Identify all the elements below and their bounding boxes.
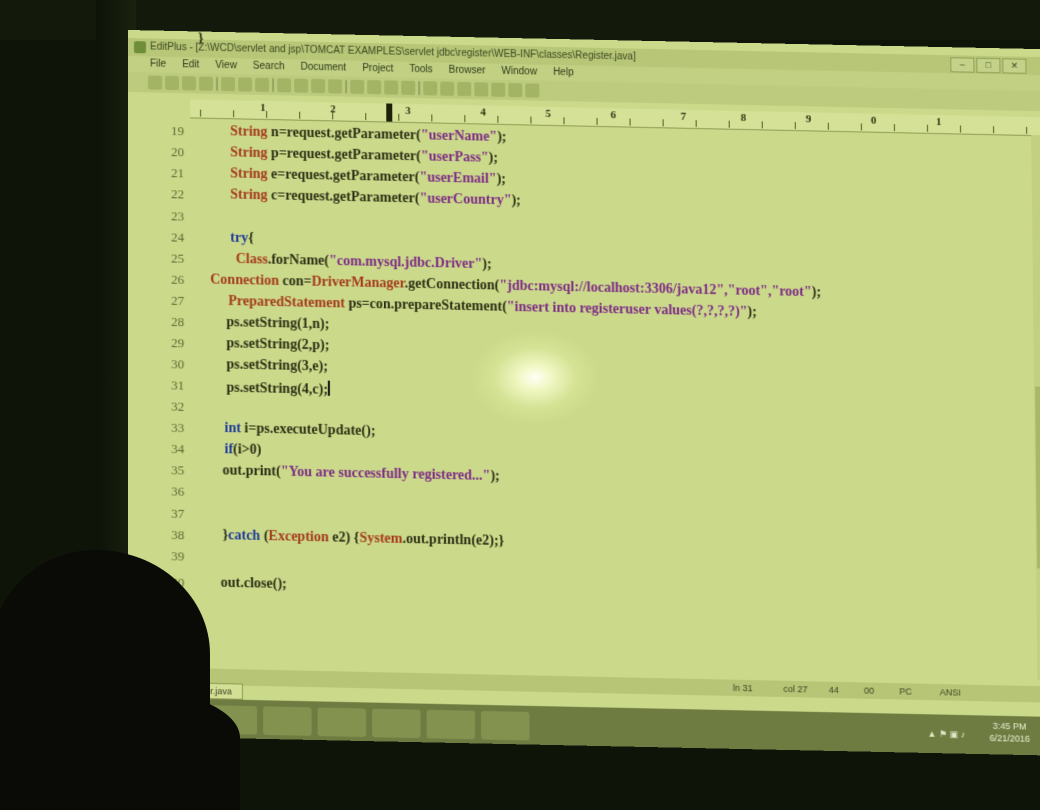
status-line-ending: PC (899, 686, 912, 697)
taskbar-editor-icon[interactable] (372, 708, 421, 739)
code-line: out.close(); (221, 576, 287, 594)
code-token: ); (497, 129, 507, 146)
code-token: if (224, 442, 234, 458)
status-bar: ln 31 col 27 44 00 PC ANSI (128, 666, 1040, 703)
code-line: String c=request.getParameter("userCount… (230, 187, 521, 209)
status-column: col 27 (783, 683, 808, 695)
code-line: } (198, 31, 204, 47)
code-token: n=request.getParameter( (267, 125, 421, 144)
code-token: .getConnection( (404, 276, 500, 294)
code-line: int i=ps.executeUpdate(); (224, 421, 375, 440)
taskbar-chrome-icon[interactable] (426, 709, 476, 740)
status-encoding: ANSI (939, 687, 961, 698)
code-token: try (230, 230, 249, 247)
code-token: String (230, 124, 268, 141)
code-token: c=request.getParameter( (267, 188, 420, 207)
viewer-shoulder (0, 690, 240, 810)
code-token: ); (747, 304, 757, 321)
code-token: .out.println(e2);} (402, 531, 505, 550)
code-token: String (230, 187, 268, 204)
code-token: } (198, 31, 204, 47)
code-token: int (224, 420, 241, 437)
code-token: ); (482, 257, 492, 273)
code-token: "userCountry" (419, 191, 512, 209)
code-token: out.print( (222, 463, 281, 480)
code-token: (i>0) (233, 442, 262, 458)
system-tray-icons[interactable]: ▲ ⚑ ▣ ♪ (927, 729, 965, 741)
clock-date: 6/21/2016 (989, 732, 1030, 744)
code-token: Connection (210, 272, 279, 289)
code-token: i=ps.executeUpdate(); (240, 421, 376, 440)
code-line: ps.setString(3,e); (226, 357, 328, 375)
code-token: ps=con.prepareStatement( (344, 296, 507, 315)
code-token: e2) { (328, 530, 360, 547)
code-token: System (359, 530, 403, 547)
code-token: String (230, 145, 268, 162)
windows-taskbar: ▲ ⚑ ▣ ♪ 3:45 PM 6/21/2016 (128, 697, 1040, 756)
code-token: "insert into registeruser values(?,?,?,?… (506, 299, 748, 320)
code-token: Class (232, 251, 268, 268)
status-value-2: 00 (863, 685, 875, 696)
code-token: "userEmail" (419, 170, 497, 187)
code-line: String n=request.getParameter("userName"… (230, 124, 506, 146)
code-token: con= (278, 273, 312, 290)
code-token: ); (490, 468, 500, 485)
clock-time: 3:45 PM (992, 720, 1027, 732)
code-line: ps.setString(1,n); (226, 315, 329, 333)
code-token: e=request.getParameter( (267, 167, 420, 186)
code-token: { (248, 230, 254, 247)
code-line: String p=request.getParameter("userPass"… (230, 145, 498, 167)
status-value-1: 44 (828, 684, 839, 696)
taskbar-explorer-icon[interactable] (263, 706, 312, 736)
code-line: String e=request.getParameter("userEmail… (230, 166, 506, 188)
code-token: catch (228, 528, 261, 544)
code-token: out.close(); (220, 575, 287, 593)
code-token: "jdbc:mysql://localhost:3306/java12","ro… (499, 278, 812, 301)
projector-glare (470, 330, 600, 425)
code-token: DriverManager (311, 274, 405, 292)
code-line: ps.setString(4,c); (226, 379, 331, 399)
taskbar-pdf-icon[interactable] (480, 710, 530, 741)
code-line: out.print("You are successfully register… (223, 463, 500, 485)
text-caret (327, 380, 331, 396)
code-token: .forName( (267, 252, 330, 269)
code-token: String (230, 166, 268, 183)
code-token: "You are successfully registered..." (280, 464, 491, 485)
code-token: ps.setString(4,c); (226, 380, 329, 398)
code-line: if(i>0) (224, 442, 261, 459)
code-token: ps.setString(1,n); (226, 315, 330, 333)
code-line: Class.forName("com.mysql.jdbc.Driver"); (232, 251, 492, 274)
code-token: ); (811, 285, 822, 301)
code-token: ps.setString(3,e); (226, 357, 328, 375)
scrollbar-thumb[interactable] (1035, 386, 1040, 569)
status-line: ln 31 (732, 682, 753, 694)
code-line: ps.setString(2,p); (226, 336, 329, 354)
code-token: "userName" (420, 128, 498, 145)
code-line: try{ (230, 231, 254, 248)
code-token: PreparedStatement (228, 293, 345, 312)
code-token: ); (511, 193, 521, 209)
code-token: "com.mysql.jdbc.Driver" (328, 253, 483, 273)
code-token: ); (496, 171, 506, 188)
code-token: ); (488, 150, 499, 166)
system-clock[interactable]: 3:45 PM 6/21/2016 (989, 720, 1030, 745)
taskbar-media-icon[interactable] (317, 707, 367, 738)
code-token: p=request.getParameter( (267, 146, 421, 165)
code-token: ps.setString(2,p); (226, 336, 330, 354)
code-token: Exception (268, 528, 329, 546)
code-line: }catch (Exception e2) {System.out.printl… (223, 528, 505, 550)
code-token: ( (260, 528, 269, 545)
code-token: "userPass" (420, 149, 489, 166)
